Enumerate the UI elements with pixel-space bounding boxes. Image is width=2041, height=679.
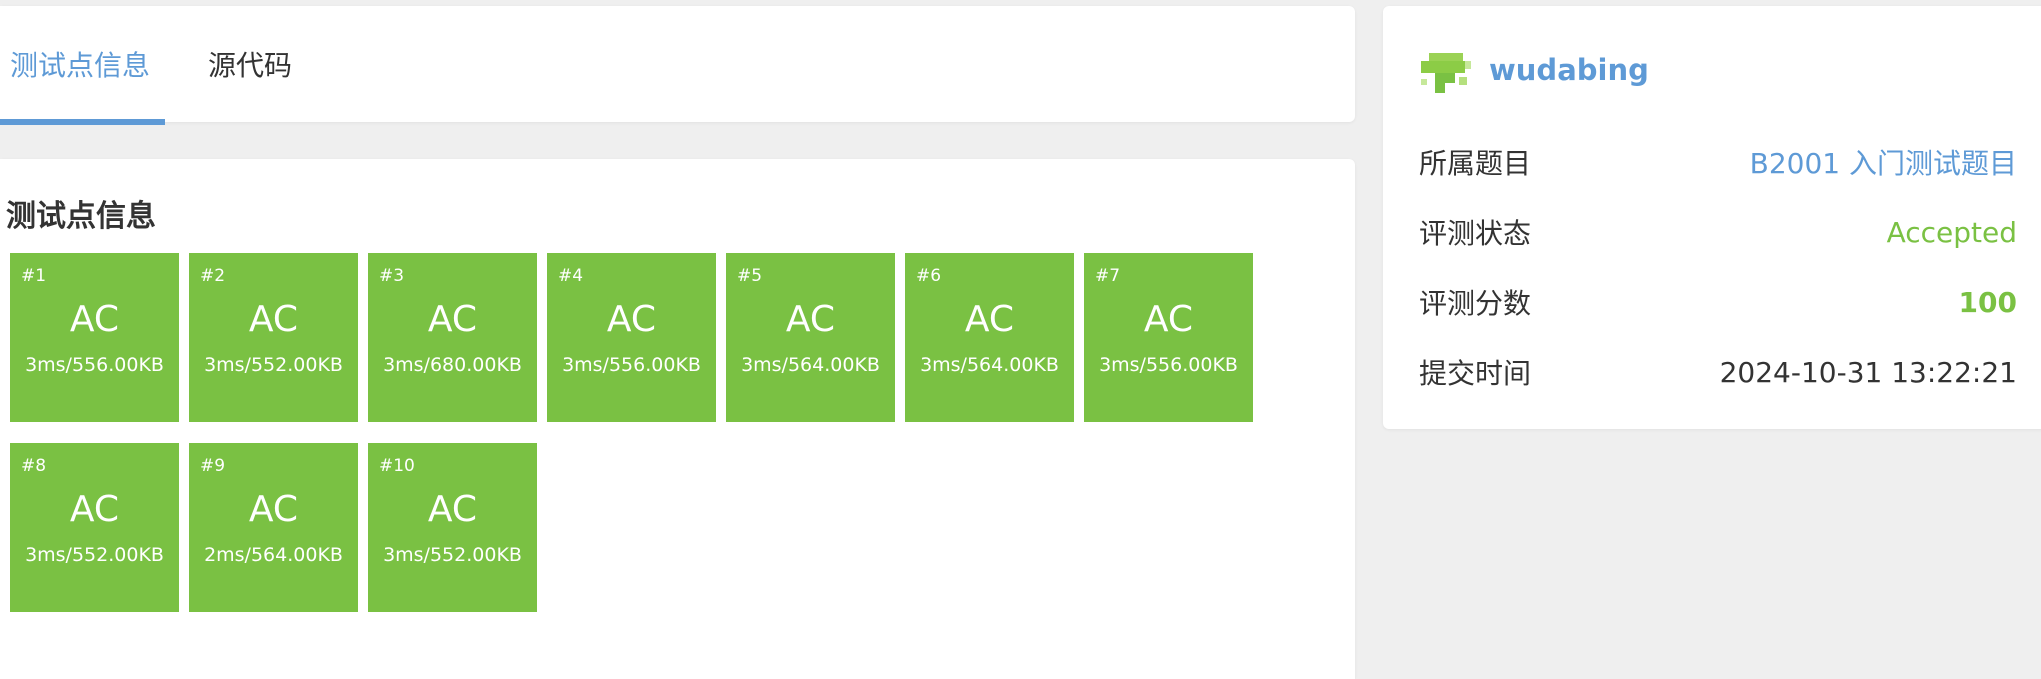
testpoint-number: #3 [379,266,405,286]
testpoint-number: #7 [1095,266,1121,286]
testpoint-tile-10[interactable]: #10 AC 3ms/552.00KB [368,443,537,612]
judge-status-value: Accepted [1886,215,2017,249]
testpoint-tile-8[interactable]: #8 AC 3ms/552.00KB [10,443,179,612]
info-label: 所属题目 [1419,147,1532,180]
problem-link[interactable]: B2001 入门测试题目 [1750,142,2017,182]
testpoint-time-memory: 3ms/556.00KB [25,354,164,376]
testpoint-status: AC [69,489,120,530]
testpoint-tile-2[interactable]: #2 AC 3ms/552.00KB [189,253,358,422]
testpoint-time-memory: 3ms/564.00KB [741,354,880,376]
testpoint-tile-9[interactable]: #9 AC 2ms/564.00KB [189,443,358,612]
testpoint-time-memory: 3ms/556.00KB [562,354,701,376]
testpoint-number: #9 [200,456,226,476]
testpoint-status: AC [427,299,478,340]
testpoint-number: #10 [379,456,415,476]
testpoint-status: AC [606,299,657,340]
testpoint-number: #2 [200,266,226,286]
tab-testpoints[interactable]: 测试点信息 [10,6,150,122]
testpoint-tile-5[interactable]: #5 AC 3ms/564.00KB [726,253,895,422]
testpoint-tile-7[interactable]: #7 AC 3ms/556.00KB [1084,253,1253,422]
testpoint-number: #4 [558,266,584,286]
testpoint-number: #5 [737,266,763,286]
info-label: 评测分数 [1419,287,1532,320]
testpoint-number: #6 [916,266,942,286]
testpoint-tile-3[interactable]: #3 AC 3ms/680.00KB [368,253,537,422]
testpoint-time-memory: 3ms/556.00KB [1099,354,1238,376]
info-label: 评测状态 [1419,217,1532,250]
testpoint-status: AC [248,489,299,530]
testpoint-time-memory: 3ms/552.00KB [383,544,522,566]
testpoint-status: AC [248,299,299,340]
user-avatar-icon[interactable] [1419,49,1475,95]
testpoint-tile-4[interactable]: #4 AC 3ms/556.00KB [547,253,716,422]
score-value: 100 [1958,285,2017,319]
testpoint-time-memory: 3ms/680.00KB [383,354,522,376]
testpoints-heading: 测试点信息 [6,199,156,234]
username-link[interactable]: wudabing [1489,53,1649,87]
testpoint-tile-1[interactable]: #1 AC 3ms/556.00KB [10,253,179,422]
testpoint-number: #1 [21,266,47,286]
testpoint-status: AC [69,299,120,340]
info-row-submit-time: 提交时间 2024-10-31 13:22:21 [1419,352,2017,392]
testpoints-card: 测试点信息 #1 AC 3ms/556.00KB #2 AC 3ms/552.0… [0,159,1355,679]
submit-time-value: 2024-10-31 13:22:21 [1719,355,2017,389]
testpoint-status: AC [785,299,836,340]
testpoint-status: AC [1143,299,1194,340]
active-tab-indicator [0,119,165,125]
testpoint-time-memory: 3ms/564.00KB [920,354,1059,376]
info-row-score: 评测分数 100 [1419,282,2017,322]
testpoint-status: AC [427,489,478,530]
tab-source-code[interactable]: 源代码 [208,6,292,122]
testpoint-number: #8 [21,456,47,476]
testpoint-time-memory: 3ms/552.00KB [204,354,343,376]
testpoint-tile-6[interactable]: #6 AC 3ms/564.00KB [905,253,1074,422]
info-label: 提交时间 [1419,357,1532,390]
tabs-card: 测试点信息 源代码 [0,6,1355,125]
info-row-status: 评测状态 Accepted [1419,212,2017,252]
info-row-problem: 所属题目 B2001 入门测试题目 [1419,142,2017,182]
submission-info-card: wudabing 所属题目 B2001 入门测试题目 评测状态 Accepted… [1383,6,2041,429]
testpoint-time-memory: 3ms/552.00KB [25,544,164,566]
testpoint-time-memory: 2ms/564.00KB [204,544,343,566]
testpoint-status: AC [964,299,1015,340]
